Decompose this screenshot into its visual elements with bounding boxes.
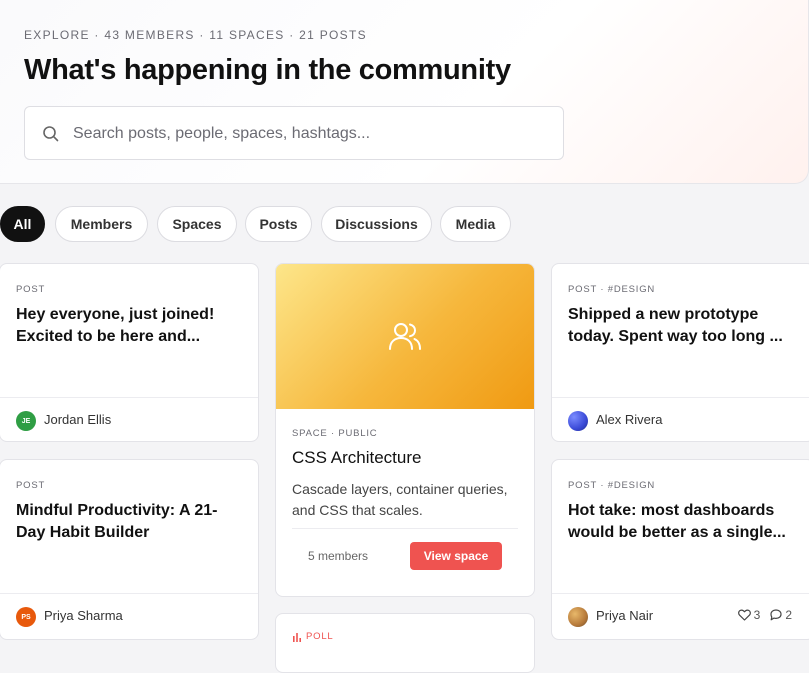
space-banner	[276, 264, 534, 409]
comment-icon	[770, 609, 782, 621]
post-stats: 3 2	[737, 608, 792, 622]
comment-count[interactable]: 2	[770, 608, 792, 622]
hero-section: EXPLORE · 43 MEMBERS · 11 SPACES · 21 PO…	[0, 0, 809, 184]
poll-card[interactable]: POLL	[275, 613, 535, 673]
filter-chip-discussions[interactable]: Discussions	[321, 206, 432, 242]
poll-label: POLL	[306, 631, 334, 642]
card-type-label: POST	[16, 284, 46, 295]
space-card[interactable]: SPACE · PUBLIC CSS Architecture Cascade …	[275, 263, 535, 597]
card-footer: PS Priya Sharma	[0, 593, 258, 638]
post-card[interactable]: POST · #DESIGN Hot take: most dashboards…	[551, 459, 809, 640]
search-icon	[43, 126, 59, 142]
explore-stats: EXPLORE · 43 MEMBERS · 11 SPACES · 21 PO…	[24, 28, 367, 42]
users-icon	[389, 323, 421, 350]
post-title[interactable]: Mindful Productivity: A 21-Day Habit Bui…	[16, 500, 242, 544]
post-card[interactable]: POST Hey everyone, just joined! Excited …	[0, 263, 259, 442]
card-type-label: SPACE · PUBLIC	[292, 428, 378, 439]
author-name[interactable]: Alex Rivera	[596, 412, 662, 427]
filter-chip-posts[interactable]: Posts	[245, 206, 312, 242]
card-type-label: POST	[16, 480, 46, 491]
poll-icon	[293, 632, 301, 642]
view-space-button[interactable]: View space	[410, 542, 502, 570]
filter-chip-members[interactable]: Members	[55, 206, 148, 242]
card-footer: Alex Rivera	[552, 397, 809, 441]
heart-icon	[737, 609, 751, 621]
author-name[interactable]: Priya Sharma	[44, 608, 123, 623]
page-title: What's happening in the community	[24, 54, 511, 86]
author-name[interactable]: Priya Nair	[596, 608, 653, 623]
space-footer: 5 members View space	[292, 528, 518, 584]
filter-chip-all[interactable]: All	[0, 206, 45, 242]
like-count[interactable]: 3	[737, 608, 761, 622]
filter-chip-media[interactable]: Media	[440, 206, 511, 242]
post-title[interactable]: Hey everyone, just joined! Excited to be…	[16, 304, 242, 348]
card-footer: Priya Nair 3 2	[552, 593, 809, 638]
card-type-label: POST · #DESIGN	[568, 480, 656, 491]
author-name[interactable]: Jordan Ellis	[44, 412, 111, 427]
post-card[interactable]: POST Mindful Productivity: A 21-Day Habi…	[0, 459, 259, 640]
space-title[interactable]: CSS Architecture	[292, 447, 518, 469]
search-input[interactable]	[73, 119, 543, 149]
post-card[interactable]: POST · #DESIGN Shipped a new prototype t…	[551, 263, 809, 442]
card-type-label: POST · #DESIGN	[568, 284, 656, 295]
card-footer: JE Jordan Ellis	[0, 397, 258, 441]
post-title[interactable]: Shipped a new prototype today. Spent way…	[568, 304, 798, 348]
member-count: 5 members	[308, 549, 369, 563]
filter-chip-spaces[interactable]: Spaces	[157, 206, 237, 242]
card-type-label: POLL	[292, 631, 334, 642]
space-description: Cascade layers, container queries, and C…	[292, 481, 508, 518]
avatar[interactable]: PS	[16, 607, 36, 627]
avatar[interactable]	[568, 607, 588, 627]
avatar[interactable]	[568, 411, 588, 431]
like-count-value: 3	[753, 608, 761, 622]
post-title[interactable]: Hot take: most dashboards would be bette…	[568, 500, 798, 544]
avatar[interactable]: JE	[16, 411, 36, 431]
search-bar[interactable]	[24, 106, 564, 160]
comment-count-value: 2	[785, 608, 792, 622]
